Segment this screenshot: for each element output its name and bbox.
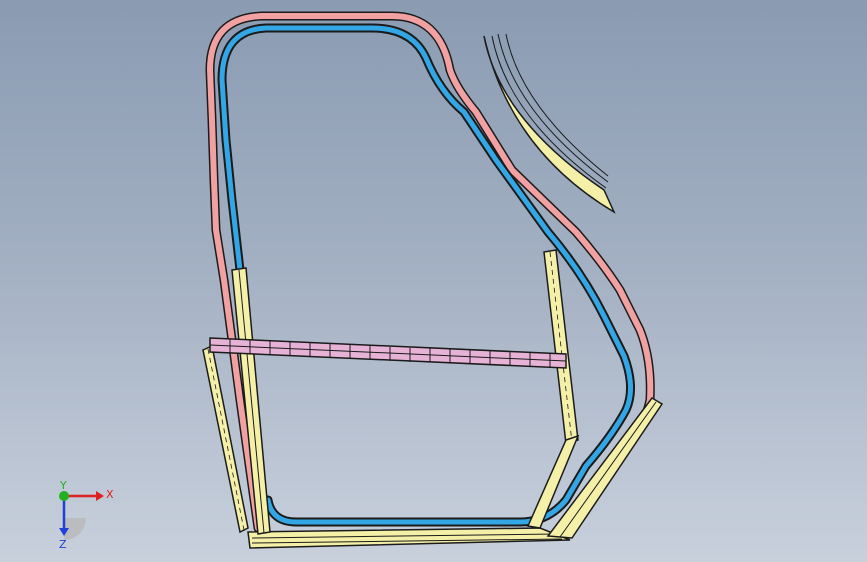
z-axis-label: Z — [59, 538, 67, 550]
y-axis-origin — [59, 491, 69, 501]
x-axis-label: X — [106, 488, 114, 501]
bottom-sill[interactable] — [247, 527, 571, 549]
axis-triad: X Y Z — [59, 480, 114, 550]
y-axis-label: Y — [59, 480, 67, 492]
cad-viewport[interactable] — [0, 0, 867, 562]
detached-curved-rail[interactable] — [483, 33, 616, 214]
horizontal-crossbar[interactable] — [209, 337, 567, 369]
